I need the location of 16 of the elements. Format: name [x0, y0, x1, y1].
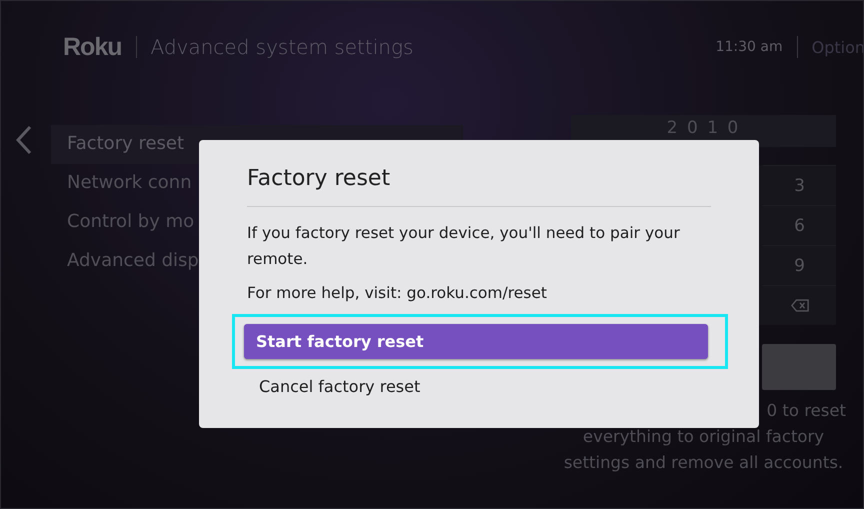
info-text: 0 to reset: [766, 400, 846, 422]
backspace-icon: [790, 299, 808, 312]
cancel-reset-button[interactable]: Cancel factory reset: [247, 369, 735, 404]
info-text: everything to original factory: [582, 426, 824, 448]
dialog-text: For more help, visit: go.roku.com/reset: [247, 283, 548, 304]
roku-logo: Roku: [63, 32, 122, 62]
dialog-text: If you factory reset your device, you'll need to pair your remote.: [247, 223, 681, 270]
dialog-title: Factory reset: [247, 166, 392, 193]
keypad-key[interactable]: 9: [763, 245, 836, 285]
keypad-key[interactable]: 3: [763, 165, 836, 205]
start-reset-button[interactable]: Start factory reset: [244, 324, 708, 359]
clock-time: 11:30 am: [716, 39, 783, 55]
info-text: settings and remove all accounts.: [564, 452, 844, 474]
back-chevron-icon[interactable]: [15, 125, 33, 155]
page-title: Advanced system settings: [150, 35, 414, 59]
keypad-key[interactable]: 6: [763, 205, 836, 245]
